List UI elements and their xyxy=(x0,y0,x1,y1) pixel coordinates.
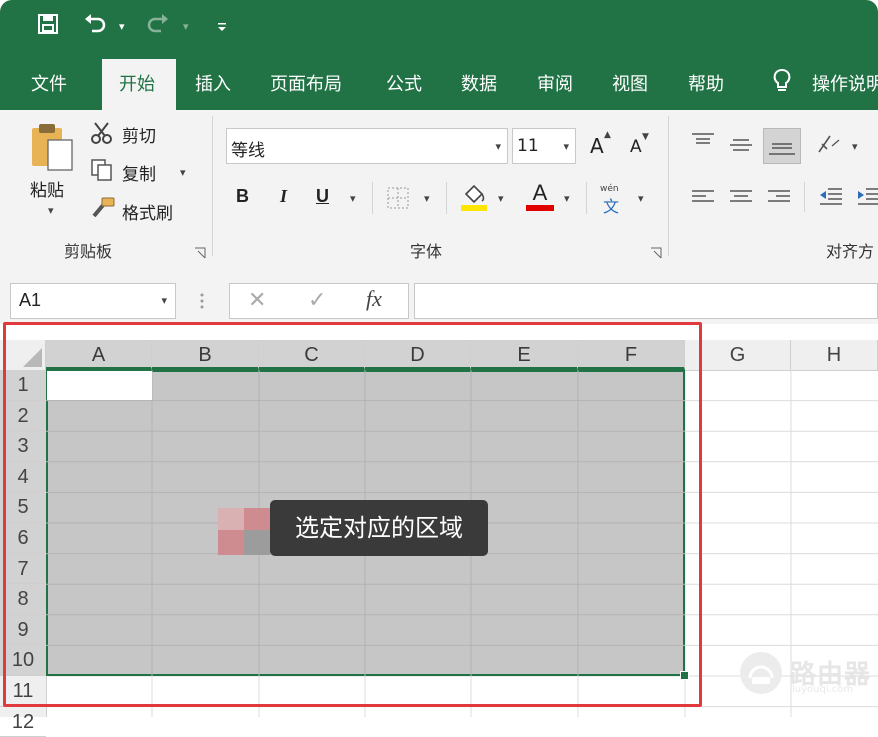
watermark-url: luyouqi.com xyxy=(792,684,854,695)
font-color-button[interactable]: A xyxy=(526,180,554,206)
italic-button[interactable]: I xyxy=(280,186,287,207)
group-separator xyxy=(668,116,669,256)
drag-handle-icon[interactable] xyxy=(200,292,204,314)
align-bottom-button[interactable] xyxy=(763,128,801,164)
title-bar xyxy=(0,0,878,58)
highlight-outline xyxy=(3,322,702,707)
format-painter-button[interactable]: 格式刷 xyxy=(122,199,173,224)
fill-color-dropdown-icon[interactable]: ▾ xyxy=(498,192,504,205)
tab-formulas[interactable]: 公式 xyxy=(386,70,422,96)
font-color-swatch xyxy=(526,205,554,211)
customize-toolbar-icon[interactable] xyxy=(217,22,227,35)
chevron-down-icon: ▾ xyxy=(495,140,501,153)
align-top-icon[interactable] xyxy=(690,132,716,156)
borders-dropdown-icon[interactable]: ▾ xyxy=(424,192,430,205)
orientation-icon[interactable] xyxy=(816,132,842,160)
caret-up-icon: ▲ xyxy=(604,130,611,140)
formula-input[interactable] xyxy=(414,283,878,319)
font-name-dropdown[interactable]: 等线 ▾ xyxy=(226,128,508,164)
separator xyxy=(586,182,587,214)
underline-dropdown-icon[interactable]: ▾ xyxy=(350,192,356,205)
insert-function-icon[interactable]: fx xyxy=(366,286,382,312)
tab-file[interactable]: 文件 xyxy=(31,70,67,96)
increase-indent-icon[interactable] xyxy=(856,186,878,212)
chevron-down-icon: ▾ xyxy=(563,140,569,153)
name-box-value: A1 xyxy=(19,290,42,310)
font-group-label: 字体 xyxy=(410,242,443,261)
underline-button[interactable]: U xyxy=(316,186,329,207)
cut-button[interactable]: 剪切 xyxy=(122,122,156,147)
paste-icon[interactable] xyxy=(30,122,76,176)
copy-icon[interactable] xyxy=(90,158,114,186)
tab-view[interactable]: 视图 xyxy=(612,70,648,96)
decrease-font-size-button[interactable]: A xyxy=(630,137,642,157)
clipboard-group-label: 剪贴板 xyxy=(64,242,113,261)
format-painter-icon[interactable] xyxy=(90,196,116,224)
borders-icon[interactable] xyxy=(386,186,410,214)
tab-review[interactable]: 审阅 xyxy=(537,70,573,96)
caret-down-icon: ▼ xyxy=(642,132,649,142)
undo-icon[interactable] xyxy=(82,12,108,42)
font-size-dropdown[interactable]: 11 ▾ xyxy=(512,128,576,164)
separator xyxy=(446,182,447,214)
cancel-icon[interactable]: ✕ xyxy=(248,288,266,313)
formula-buttons: ✕ ✓ fx xyxy=(229,283,409,319)
tab-page-layout[interactable]: 页面布局 xyxy=(270,70,342,96)
group-separator xyxy=(212,116,213,256)
orientation-dropdown-icon[interactable]: ▾ xyxy=(852,140,858,153)
chevron-down-icon[interactable]: ▾ xyxy=(161,294,167,307)
clipboard-dialog-launcher-icon[interactable] xyxy=(194,244,206,263)
phonetic-guide-button[interactable]: 文 xyxy=(603,193,619,217)
font-size-value: 11 xyxy=(517,136,539,156)
tab-insert[interactable]: 插入 xyxy=(195,70,231,96)
phonetic-dropdown-icon[interactable]: ▾ xyxy=(638,192,644,205)
tab-help[interactable]: 帮助 xyxy=(688,70,724,96)
decrease-indent-icon[interactable] xyxy=(818,186,844,212)
tab-data[interactable]: 数据 xyxy=(461,70,497,96)
separator xyxy=(372,182,373,214)
copy-button[interactable]: 复制 xyxy=(122,160,156,185)
align-right-icon[interactable] xyxy=(766,188,792,212)
name-box[interactable]: A1 ▾ xyxy=(10,283,176,319)
redo-icon[interactable] xyxy=(145,12,171,42)
align-middle-icon[interactable] xyxy=(728,136,754,160)
enter-icon[interactable]: ✓ xyxy=(308,288,326,313)
font-name-value: 等线 xyxy=(231,141,265,161)
bold-button[interactable]: B xyxy=(236,186,249,207)
watermark-logo-icon xyxy=(738,650,784,700)
tab-home[interactable]: 开始 xyxy=(119,70,155,96)
copy-dropdown-icon[interactable]: ▾ xyxy=(180,166,186,179)
font-dialog-launcher-icon[interactable] xyxy=(650,244,662,263)
align-left-icon[interactable] xyxy=(690,188,716,212)
separator xyxy=(804,182,805,212)
lightbulb-icon[interactable] xyxy=(772,68,792,100)
column-header-h[interactable]: H xyxy=(791,340,878,370)
tell-me-search[interactable]: 操作说明 xyxy=(812,70,878,96)
scissors-icon[interactable] xyxy=(90,121,114,149)
undo-dropdown-icon[interactable]: ▾ xyxy=(119,20,125,33)
redo-dropdown-icon[interactable]: ▾ xyxy=(183,20,189,33)
paste-label[interactable]: 粘贴 xyxy=(30,176,64,201)
font-color-dropdown-icon[interactable]: ▾ xyxy=(564,192,570,205)
increase-font-size-button[interactable]: A xyxy=(590,134,604,158)
paste-dropdown-icon[interactable]: ▾ xyxy=(48,204,54,217)
align-center-icon[interactable] xyxy=(728,188,754,212)
alignment-group-label: 对齐方 xyxy=(826,242,875,261)
fill-color-icon[interactable] xyxy=(460,182,488,216)
save-icon[interactable] xyxy=(36,12,60,42)
